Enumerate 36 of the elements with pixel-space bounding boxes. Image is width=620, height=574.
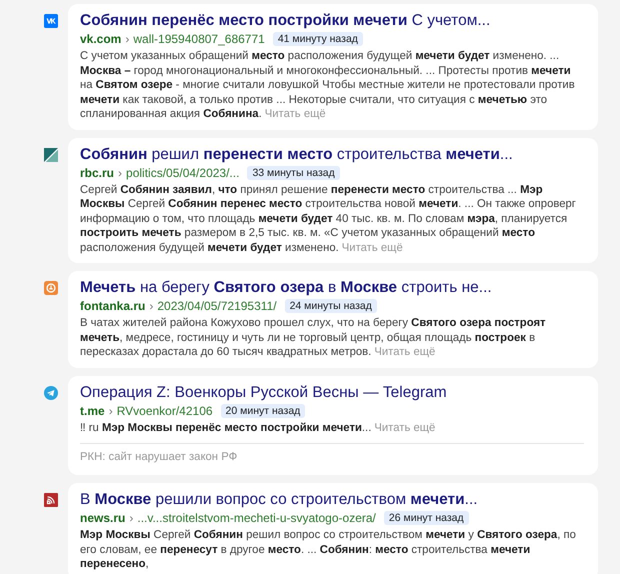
site-logo-icon: [44, 493, 58, 507]
url-path-link[interactable]: RVvoenkor/42106: [116, 402, 213, 418]
result-title-link[interactable]: Мечеть на берегу Святого озера в Москве строить не...: [80, 279, 492, 297]
breadcrumb-separator: ›: [149, 298, 154, 314]
breadcrumb-separator: ›: [118, 164, 122, 180]
breadcrumb-separator: ›: [129, 510, 134, 526]
site-domain-link[interactable]: vk.com: [80, 31, 122, 47]
site-domain-link[interactable]: t.me: [80, 402, 105, 418]
result-snippet: Сергей Собянин заявил, что принял решение перенести место строительства ... Мэр Москвы Сергей Собянин перенес место строительства новой мечети. ... Он также опроверг информацию о том, что площадь мечети будет 40 тыс. кв. м. По словам мэра, планируется построить мечеть размером в 2,5 тыс. кв. м. «С учетом указанных обращений место расположения будущей мечети будет изменено. Читать ещё: [80, 182, 577, 255]
url-path-link[interactable]: politics/05/04/2023/...: [126, 164, 240, 180]
site-domain-link[interactable]: rbc.ru: [80, 164, 114, 180]
result-snippet: Мэр Москвы Сергей Собянин решил вопрос со строительством мечети у Святого озера, по его словам, ее перенесут в другое место. ... Собянин: место строительства мечети перенесено,: [80, 528, 577, 572]
result-snippet: С учетом указанных обращений место расположения будущей мечети будет изменено. ... Москва – город многонациональный и многоконфессиональный. ... Протесты против мечети на Святом озере - многие считали ловушкой Чтобы местные жители не протестовали против мечети как таковой, а только против ... Некоторые считали, что ситуация с мечетью это спланированная акция Собянина. Читать ещё: [80, 49, 576, 122]
result-title-link[interactable]: В Москве решили вопрос со строительством мечети...: [80, 491, 478, 509]
url-path-link[interactable]: 2023/04/05/72195311/: [157, 298, 277, 314]
site-logo-icon: [44, 281, 58, 295]
time-badge: 20 минут назад: [220, 404, 306, 418]
time-badge: 26 минут назад: [384, 511, 469, 525]
result-title-link[interactable]: Собянин решил перенести место строительства мечети...: [80, 146, 513, 164]
site-logo-icon: [44, 148, 58, 162]
result-title-link[interactable]: Собянин перенёс место постройки мечети С учетом...: [80, 12, 490, 30]
time-badge: 33 минуты назад: [247, 166, 340, 180]
result-snippet: В чатах жителей района Кожухово прошел слух, что на берегу Святого озера построят мечеть, медресе, гостиницу и чуть ли не торговый центр, общая площадь построек в пересказах дорастала до 60 тысяч квадратных метров. Читать ещё: [80, 316, 547, 360]
url-path-link[interactable]: ...v...stroitelstvom-mecheti-u-svyatogo-ozera/: [137, 510, 376, 526]
warning-notice: РКН: сайт нарушает закон РФ: [80, 451, 238, 465]
result-title-link[interactable]: Операция Z: Военкоры Русской Весны — Telegram: [80, 384, 447, 402]
time-badge: 41 минуту назад: [272, 32, 363, 46]
time-badge: 24 минуты назад: [284, 299, 377, 313]
site-domain-link[interactable]: news.ru: [80, 510, 126, 526]
breadcrumb-separator: ›: [125, 31, 130, 47]
result-snippet: ‼ ru Мэр Москвы перенёс место постройки мечети... Читать ещё: [80, 420, 436, 435]
url-path-link[interactable]: wall-195940807_686771: [133, 31, 265, 47]
site-domain-link[interactable]: fontanka.ru: [80, 298, 146, 314]
telegram-plane-icon: [44, 386, 58, 400]
site-logo-icon: [44, 14, 58, 28]
breadcrumb-separator: ›: [108, 402, 113, 418]
